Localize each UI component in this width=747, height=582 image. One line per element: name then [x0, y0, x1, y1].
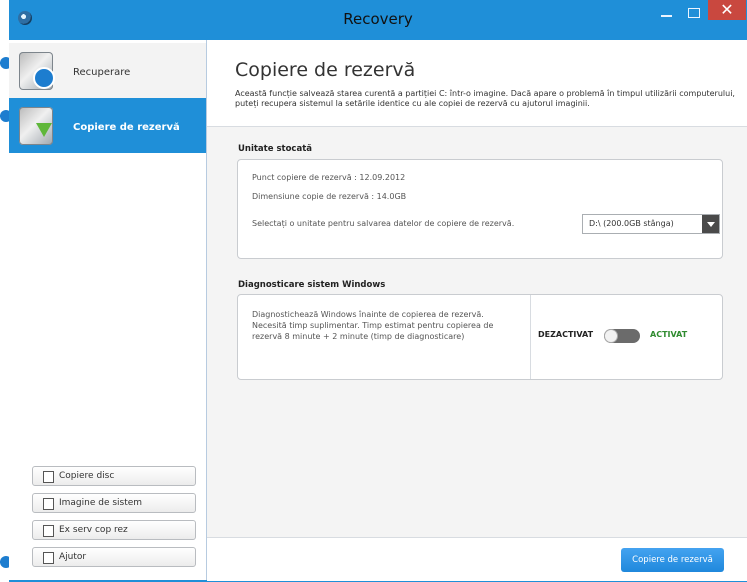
- diagnostics-section-title: Diagnosticare sistem Windows: [238, 280, 386, 290]
- button-label: Imagine de sistem: [59, 498, 143, 508]
- content-area: Unitate stocată Punct copiere de rezervă…: [207, 127, 747, 537]
- minimize-icon[interactable]: [656, 4, 678, 22]
- help-icon: [43, 552, 54, 564]
- drive-select-value: D:\ (200.0GB stânga): [589, 219, 674, 228]
- diagnostics-divider: [530, 295, 531, 379]
- backup-service-icon: [43, 525, 54, 537]
- page-description: Această funcție salvează starea curentă …: [235, 89, 735, 108]
- recovery-window: Recovery ✕ Recuperare Copiere de rezervă…: [9, 0, 747, 582]
- button-label: Ex serv cop rez: [59, 525, 128, 535]
- toggle-knob: [604, 329, 618, 343]
- toggle-on-label: ACTIVAT: [650, 330, 688, 339]
- backup-service-button[interactable]: Ex serv cop rez: [32, 520, 196, 540]
- sidebar-item-label: Recuperare: [73, 67, 131, 78]
- system-image-button[interactable]: Imagine de sistem: [32, 493, 196, 513]
- recovery-disc-icon: [19, 52, 55, 90]
- sidebar-item-copiere-de-rezerva[interactable]: Copiere de rezervă: [9, 98, 206, 153]
- backup-size-text: Dimensiune copie de rezervă : 14.0GB: [252, 192, 407, 201]
- copy-disc-icon: [43, 471, 54, 483]
- backup-button[interactable]: Copiere de rezervă: [621, 548, 724, 572]
- diagnostics-description: Diagnostichează Windows înainte de copie…: [252, 310, 494, 341]
- storage-panel: Punct copiere de rezervă : 12.09.2012 Di…: [237, 159, 723, 259]
- drive-select-label: Selectați o unitate pentru salvarea date…: [252, 219, 515, 228]
- help-button[interactable]: Ajutor: [32, 547, 196, 567]
- system-image-icon: [43, 498, 54, 510]
- close-icon[interactable]: ✕: [708, 0, 746, 20]
- chevron-down-icon: [702, 215, 719, 233]
- backup-point-text: Punct copiere de rezervă : 12.09.2012: [252, 173, 406, 182]
- drive-select[interactable]: D:\ (200.0GB stânga): [582, 214, 720, 234]
- copy-disc-button[interactable]: Copiere disc: [32, 466, 196, 486]
- page-title: Copiere de rezervă: [235, 59, 416, 81]
- main-panel: Copiere de rezervă Această funcție salve…: [207, 40, 747, 581]
- maximize-icon[interactable]: [683, 4, 705, 22]
- sidebar-item-label: Copiere de rezervă: [73, 122, 180, 133]
- sidebar: Recuperare Copiere de rezervă Copiere di…: [9, 40, 207, 580]
- button-label: Ajutor: [59, 552, 87, 562]
- sidebar-item-recuperare[interactable]: Recuperare: [9, 43, 206, 98]
- toggle-off-label: DEZACTIVAT: [538, 330, 594, 339]
- storage-section-title: Unitate stocată: [238, 144, 312, 154]
- diagnostics-toggle[interactable]: [604, 329, 640, 343]
- title-bar: Recovery ✕: [9, 0, 747, 38]
- footer: Copiere de rezervă: [207, 537, 747, 581]
- button-label: Copiere disc: [59, 471, 115, 481]
- window-title: Recovery: [343, 10, 413, 28]
- diagnostics-panel: Diagnostichează Windows înainte de copie…: [237, 294, 723, 380]
- backup-arrow-icon: [19, 107, 53, 145]
